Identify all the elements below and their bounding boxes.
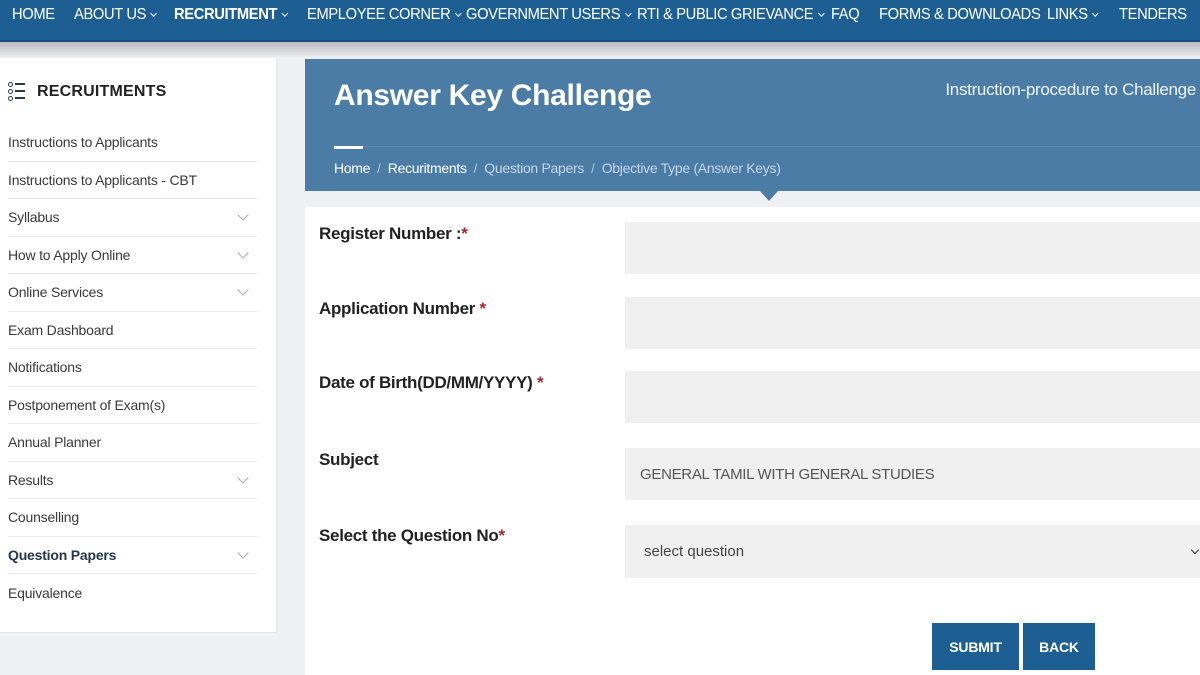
sidebar-item-label: Online Services [8, 284, 104, 301]
dob-input[interactable] [625, 371, 1200, 423]
required-mark: * [498, 526, 506, 545]
sidebar-item-label: Results [8, 471, 54, 488]
required-mark: * [479, 299, 487, 318]
sidebar-item-exam-dashboard[interactable]: Exam Dashboard [8, 312, 257, 349]
nav-item-label: GOVERNMENT USERS [466, 6, 621, 23]
top-navigation: HOME ABOUT US RECRUITMENT EMPLOYEE CORNER GO… [0, 0, 1200, 42]
breadcrumb: Home / Recuritments / Question Papers / Object… [334, 160, 781, 176]
chevron-down-icon[interactable] [237, 472, 249, 484]
sidebar-item-label: Postponement of Exam(s) [8, 396, 166, 413]
nav-item-employee-corner[interactable]: EMPLOYEE CORNER [307, 0, 462, 30]
page-title: Answer Key Challenge [334, 79, 652, 112]
nav-item-faq[interactable]: FAQ [831, 0, 860, 30]
nav-item-government-users[interactable]: GOVERNMENT USERS [466, 0, 632, 30]
sidebar-item-equivalence[interactable]: Equivalence [8, 574, 257, 612]
sidebar-menu: Instructions to Applicants Instructions t… [8, 124, 257, 612]
chevron-down-icon[interactable] [237, 547, 249, 559]
breadcrumb-separator: / [473, 160, 478, 176]
question-no-selected: select question [644, 543, 745, 560]
sidebar-item-syllabus[interactable]: Syllabus [8, 199, 257, 237]
chevron-down-icon [1190, 545, 1200, 555]
breadcrumb-item: Question Papers [484, 160, 585, 176]
sidebar-item-label: Instructions to Applicants [8, 134, 158, 151]
nav-item-label: LINKS [1047, 6, 1088, 23]
sidebar-item-postponement-of-exam-s[interactable]: Postponement of Exam(s) [8, 387, 257, 424]
application-number-label: Application Number * [319, 299, 487, 318]
sidebar-item-how-to-apply-online[interactable]: How to Apply Online [8, 237, 257, 274]
sidebar-item-notifications[interactable]: Notifications [8, 349, 257, 387]
back-button[interactable]: BACK [1023, 623, 1095, 670]
banner-divider [363, 146, 1200, 147]
sidebar-item-instructions-to-applicants[interactable]: Instructions to Applicants [8, 124, 257, 162]
sidebar-item-label: Exam Dashboard [8, 321, 114, 338]
breadcrumb-item[interactable]: Recuritments [388, 160, 467, 176]
sidebar-item-label: Annual Planner [8, 434, 101, 451]
chevron-down-icon [454, 9, 462, 17]
chevron-down-icon[interactable] [237, 247, 249, 259]
answer-key-challenge-form: Register Number :* Application Number * … [305, 207, 1200, 675]
sidebar-item-question-papers[interactable]: Question Papers [8, 537, 257, 574]
breadcrumb-item[interactable]: Home [334, 160, 370, 176]
submit-button[interactable]: SUBMIT [932, 623, 1019, 670]
question-no-label: Select the Question No* [319, 526, 506, 545]
sidebar-item-label: Counselling [8, 509, 79, 526]
nav-item-label: FORMS & DOWNLOADS [879, 6, 1041, 23]
sidebar-item-label: How to Apply Online [8, 246, 131, 263]
nav-item-links[interactable]: LINKS [1047, 0, 1099, 30]
register-number-input[interactable] [625, 222, 1200, 274]
nav-item-label: ABOUT US [74, 6, 147, 23]
nav-item-forms-downloads[interactable]: FORMS & DOWNLOADS [879, 0, 1041, 30]
dob-label: Date of Birth(DD/MM/YYYY) * [319, 373, 544, 392]
chevron-down-icon [281, 9, 289, 17]
sidebar-item-label: Syllabus [8, 209, 60, 226]
sidebar-item-label: Notifications [8, 359, 82, 376]
nav-item-label: EMPLOYEE CORNER [307, 6, 451, 23]
chevron-down-icon[interactable] [237, 284, 249, 296]
nav-item-label: FAQ [831, 6, 860, 23]
sidebar-item-annual-planner[interactable]: Annual Planner [8, 424, 257, 462]
sidebar-title: RECRUITMENTS [37, 83, 167, 100]
sidebar-item-label: Question Papers [8, 546, 117, 563]
required-mark: * [461, 224, 468, 243]
required-mark: * [536, 373, 544, 392]
nav-item-home[interactable]: HOME [12, 0, 55, 30]
chevron-down-icon [1092, 9, 1099, 17]
title-underline [334, 146, 363, 149]
nav-shadow [0, 42, 1200, 58]
breadcrumb-separator: / [591, 160, 595, 176]
chevron-down-icon [624, 9, 632, 17]
nav-item-rti-public-grievance[interactable]: RTI & PUBLIC GRIEVANCE [637, 0, 825, 30]
subject-label: Subject [319, 450, 379, 469]
nav-item-tenders[interactable]: TENDERS [1119, 0, 1187, 30]
sidebar-item-results[interactable]: Results [8, 462, 257, 499]
question-no-select[interactable]: select question [625, 525, 1200, 578]
subject-field: GENERAL TAMIL WITH GENERAL STUDIES [625, 448, 1200, 500]
instruction-procedure-link[interactable]: Instruction-procedure to Challenge [945, 80, 1196, 100]
sidebar: RECRUITMENTS Instructions to Applicants I… [0, 58, 277, 633]
sidebar-item-counselling[interactable]: Counselling [8, 499, 257, 537]
nav-item-label: TENDERS [1119, 6, 1187, 23]
banner-pointer [760, 191, 778, 201]
list-icon [8, 82, 26, 102]
nav-item-label: RECRUITMENT [174, 6, 278, 23]
sidebar-item-label: Instructions to Applicants - CBT [8, 171, 197, 188]
breadcrumb-separator: / [377, 160, 381, 176]
register-number-label: Register Number :* [319, 224, 468, 243]
application-number-input[interactable] [625, 297, 1200, 349]
nav-item-label: HOME [12, 6, 55, 23]
sidebar-item-label: Equivalence [8, 584, 83, 601]
nav-item-about-us[interactable]: ABOUT US [74, 0, 158, 30]
page-banner: Answer Key Challenge Instruction-procedu… [305, 59, 1200, 201]
sidebar-item-online-services[interactable]: Online Services [8, 274, 257, 312]
chevron-down-icon [817, 9, 825, 17]
chevron-down-icon[interactable] [237, 209, 249, 221]
chevron-down-icon [150, 9, 158, 17]
sidebar-header: RECRUITMENTS [8, 82, 167, 102]
nav-item-label: RTI & PUBLIC GRIEVANCE [637, 6, 814, 23]
sidebar-item-instructions-to-applicants-cbt[interactable]: Instructions to Applicants - CBT [8, 162, 257, 199]
breadcrumb-item: Objective Type (Answer Keys) [601, 160, 781, 176]
nav-item-recruitment[interactable]: RECRUITMENT [174, 0, 289, 30]
